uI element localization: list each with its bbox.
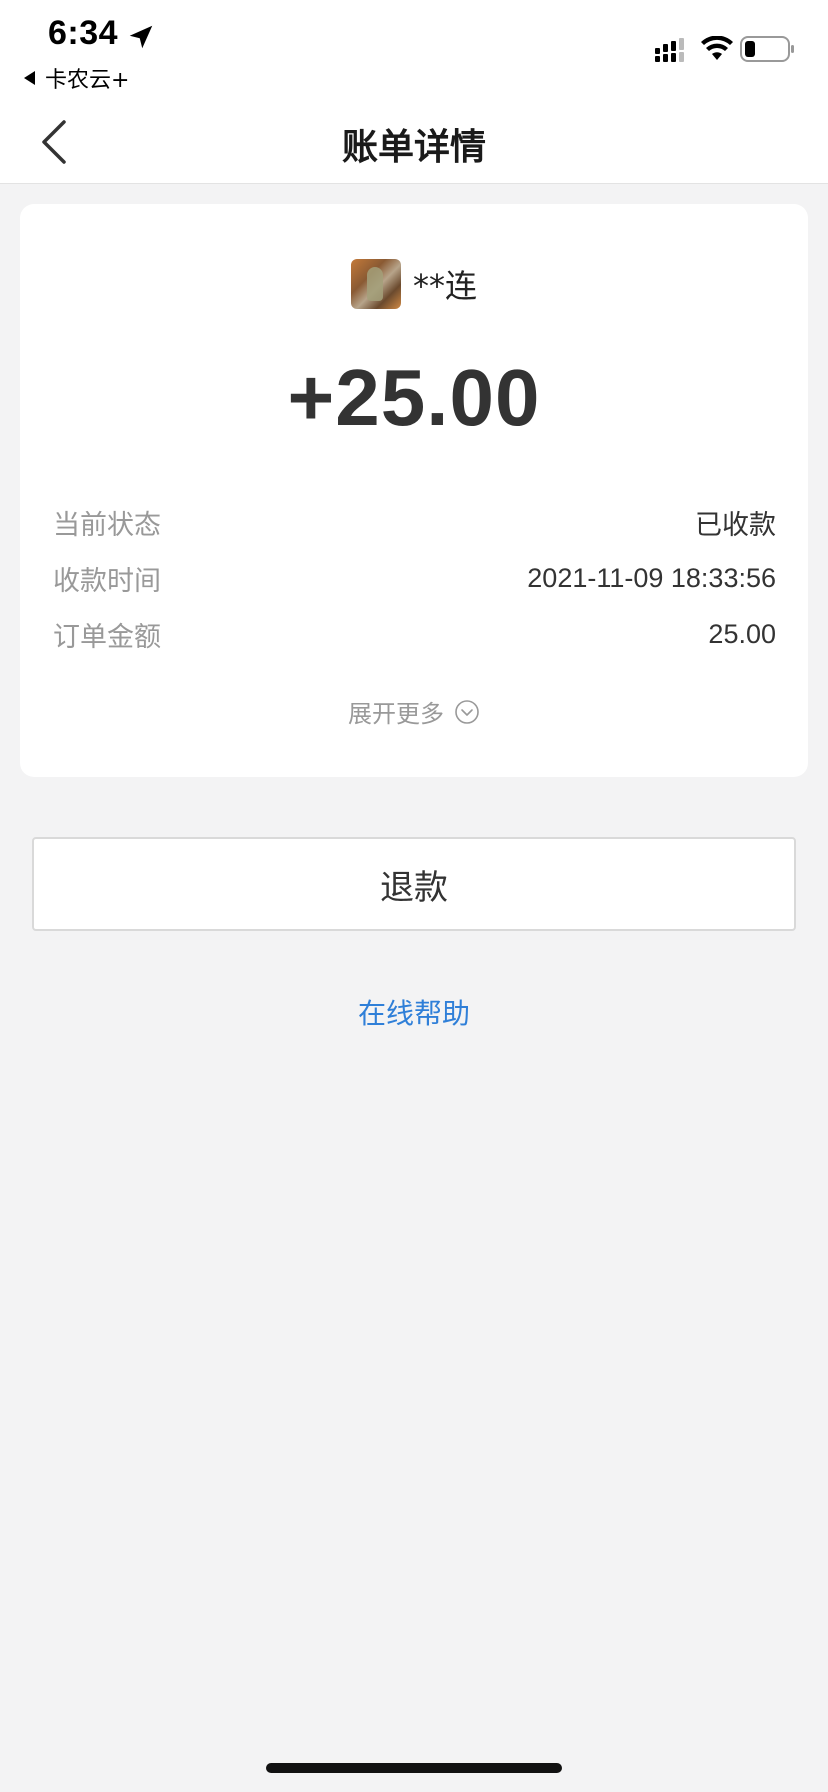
home-indicator[interactable] (266, 1763, 562, 1773)
nav-bar: 账单详情 (0, 104, 828, 184)
refund-button[interactable]: 退款 (32, 837, 796, 931)
back-triangle-icon (24, 71, 35, 85)
status-label: 当前状态 (53, 509, 161, 541)
order-amount-value: 25.00 (708, 618, 776, 649)
expand-more-button[interactable]: 展开更多 (20, 694, 808, 729)
back-to-app-link[interactable]: 卡农云+ (24, 62, 129, 94)
back-app-label: 卡农云+ (45, 68, 130, 93)
signal-icon (655, 38, 684, 62)
wifi-icon (701, 36, 733, 60)
status-time: 6:34 (48, 14, 119, 52)
status-bar: 6:34 卡农云+ (0, 0, 828, 104)
payer-info: **连 (20, 259, 808, 309)
info-row-status: 当前状态 已收款 (53, 494, 776, 550)
online-help-link[interactable]: 在线帮助 (0, 992, 828, 1032)
info-row-time: 收款时间 2021-11-09 18:33:56 (53, 550, 776, 606)
battery-icon (740, 36, 794, 62)
location-arrow-icon (129, 25, 153, 49)
time-value: 2021-11-09 18:33:56 (527, 562, 776, 593)
order-amount-label: 订单金额 (53, 621, 161, 653)
bill-detail-card: **连 +25.00 当前状态 已收款 收款时间 2021-11-09 18:3… (20, 204, 808, 777)
status-value: 已收款 (695, 509, 776, 541)
page-title: 账单详情 (341, 127, 486, 168)
expand-more-label: 展开更多 (348, 700, 444, 728)
avatar (350, 259, 401, 309)
payer-name: **连 (412, 267, 477, 305)
bill-info-list: 当前状态 已收款 收款时间 2021-11-09 18:33:56 订单金额 2… (53, 494, 776, 662)
chevron-down-circle-icon (455, 699, 479, 724)
time-label: 收款时间 (53, 565, 161, 597)
bill-amount: +25.00 (287, 353, 541, 442)
info-row-order-amount: 订单金额 25.00 (53, 606, 776, 662)
